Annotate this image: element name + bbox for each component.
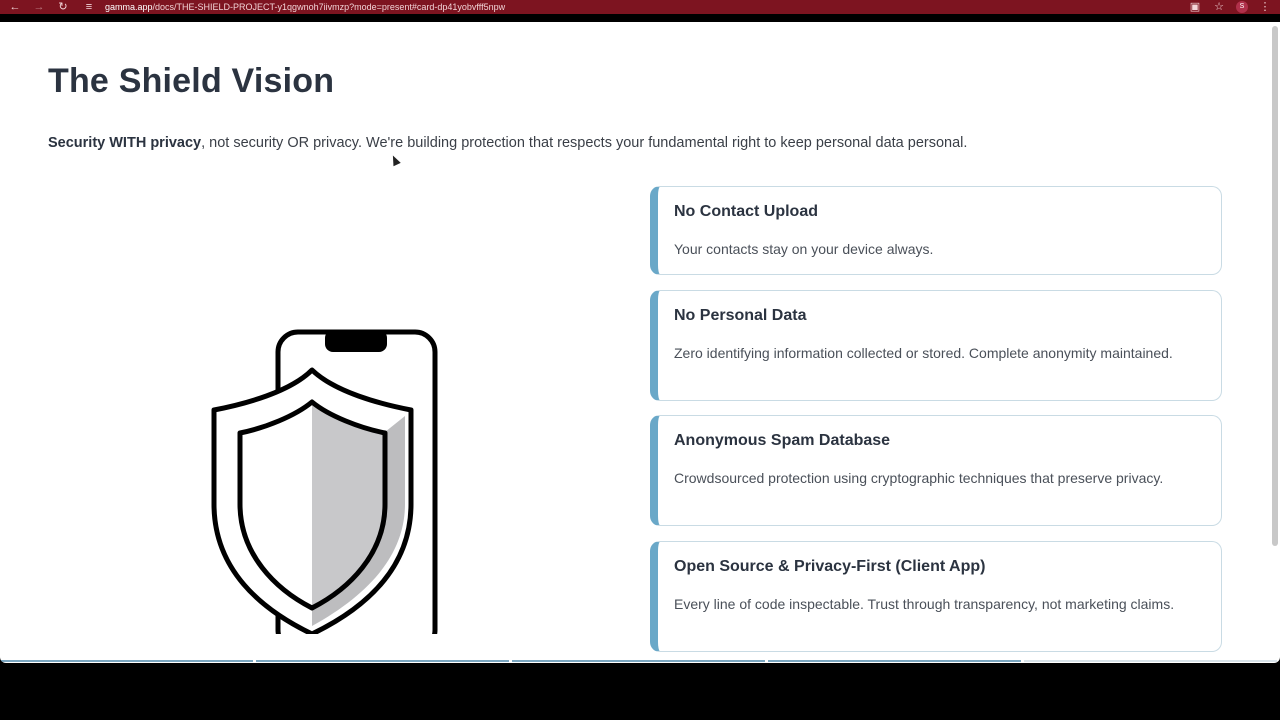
card-anonymous-spam-database[interactable]: Anonymous Spam Database Crowdsourced pro… <box>650 415 1222 526</box>
profile-avatar[interactable]: S <box>1236 1 1248 13</box>
card-body: Zero identifying information collected o… <box>674 345 1173 361</box>
card-title: Open Source & Privacy-First (Client App) <box>674 558 986 575</box>
progress-segment[interactable] <box>256 660 509 662</box>
card-body: Your contacts stay on your device always… <box>674 241 934 257</box>
card-body: Crowdsourced protection using cryptograp… <box>674 470 1164 486</box>
phone-shield-icon <box>211 329 438 634</box>
cast-icon[interactable]: ▣ <box>1188 0 1202 14</box>
card-title: No Personal Data <box>674 307 807 324</box>
browser-toolbar: ← → ↻ ≡ gamma.app/docs/THE-SHIELD-PROJEC… <box>0 0 1280 14</box>
card-no-personal-data[interactable]: No Personal Data Zero identifying inform… <box>650 290 1222 401</box>
reload-icon[interactable]: ↻ <box>56 0 70 14</box>
slide-progress-bar <box>0 659 1280 663</box>
progress-segment[interactable] <box>768 660 1021 662</box>
card-body: Every line of code inspectable. Trust th… <box>674 596 1175 612</box>
address-bar[interactable]: gamma.app/docs/THE-SHIELD-PROJECT-y1qgwn… <box>105 0 505 14</box>
page-title: The Shield Vision <box>48 62 335 100</box>
presentation-viewport: The Shield Vision Security WITH privacy,… <box>0 22 1280 663</box>
card-title: Anonymous Spam Database <box>674 432 891 449</box>
progress-segment[interactable] <box>0 660 253 662</box>
intro-bold: Security WITH privacy <box>48 135 202 151</box>
intro-rest: , not security OR privacy. We're buildin… <box>201 135 968 151</box>
kebab-menu-icon[interactable]: ⋮ <box>1258 0 1272 14</box>
scrollbar-thumb[interactable] <box>1272 26 1278 546</box>
mouse-cursor <box>389 153 401 167</box>
card-title: No Contact Upload <box>674 203 818 220</box>
card-no-contact-upload[interactable]: No Contact Upload Your contacts stay on … <box>650 186 1222 275</box>
site-settings-icon[interactable]: ≡ <box>82 0 96 14</box>
back-arrow-icon[interactable]: ← <box>8 0 22 14</box>
star-icon[interactable]: ☆ <box>1212 0 1226 14</box>
progress-segment[interactable] <box>512 660 765 662</box>
intro-text: Security WITH privacy, not security OR p… <box>48 135 1148 151</box>
url-path: /docs/THE-SHIELD-PROJECT-y1qgwnoh7iivmzp… <box>152 2 506 12</box>
forward-arrow-icon[interactable]: → <box>32 0 46 14</box>
progress-segment[interactable] <box>1024 660 1277 662</box>
card-open-source-privacy-first[interactable]: Open Source & Privacy-First (Client App)… <box>650 541 1222 652</box>
url-host: gamma.app <box>105 2 153 12</box>
